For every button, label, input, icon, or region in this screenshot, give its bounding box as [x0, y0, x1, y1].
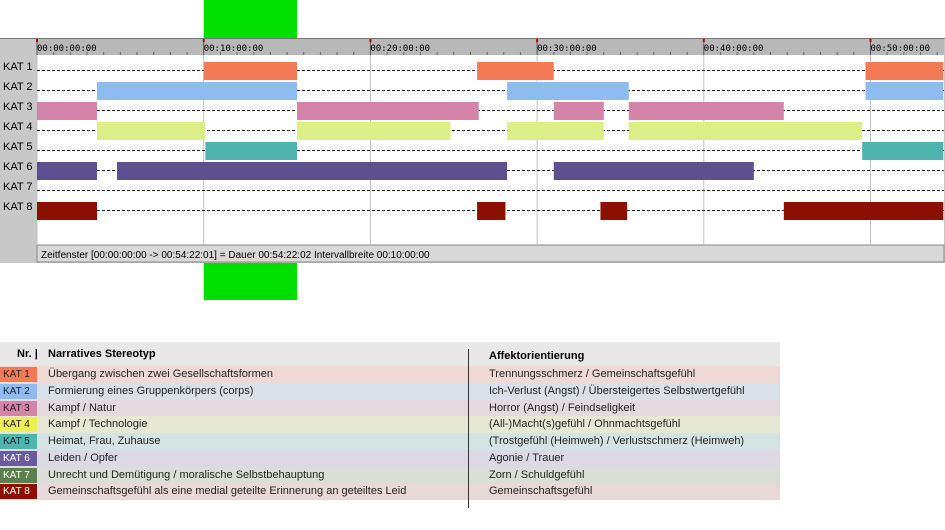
- row-label: KAT 7: [3, 181, 33, 193]
- interval-bar: [507, 82, 629, 100]
- legend-stereotyp: Gemeinschaftsgefühl als eine medial gete…: [48, 485, 407, 498]
- legend-rows: KAT 1 Übergang zwischen zwei Gesellschaft…: [0, 366, 780, 500]
- legend-table: Nr. | Narratives Stereotyp Affektorienti…: [0, 342, 780, 500]
- legend-stereotyp: Übergang zwischen zwei Gesellschaftsform…: [48, 368, 273, 380]
- legend-row: KAT 4 Kampf / Technologie (All-)Macht(s)ge…: [0, 416, 780, 433]
- tick-label: 00:20:00:00: [370, 44, 430, 54]
- time-ruler: [37, 39, 944, 55]
- highlight-marker-bottom: [203, 263, 298, 300]
- interval-bar: [628, 122, 863, 140]
- highlight-marker-top: [203, 0, 298, 38]
- tick-label: 00:00:00:00: [37, 44, 97, 54]
- legend-swatch: KAT 1: [0, 367, 37, 382]
- legend-swatch: KAT 3: [0, 400, 37, 416]
- row-label: KAT 4: [3, 121, 33, 133]
- interval-bar: [37, 162, 98, 180]
- interval-bar: [783, 202, 944, 220]
- legend-row: KAT 5 Heimat, Frau, Zuhause (Trostgefühl (…: [0, 433, 780, 450]
- interval-bar: [477, 202, 506, 220]
- legend-header-stereotyp: Narratives Stereotyp: [48, 348, 156, 360]
- interval-bar: [862, 142, 944, 160]
- legend-stereotyp: Kampf / Natur: [48, 401, 116, 414]
- legend-row: KAT 3 Kampf / Natur Horror (Angst) / Feind…: [0, 399, 780, 417]
- legend-column-separator: [468, 349, 469, 508]
- interval-bar: [97, 82, 298, 100]
- interval-bar: [297, 102, 479, 120]
- tick-label: 00:30:00:00: [537, 44, 597, 54]
- status-text: Zeitfenster [00:00:00:00 -> 00:54:22:01]…: [41, 250, 430, 261]
- legend-affekt: Horror (Angst) / Feindseligkeit: [489, 401, 636, 414]
- legend-row: KAT 6 Leiden / Opfer Agonie / Trauer: [0, 449, 780, 467]
- interval-bar: [507, 122, 604, 140]
- row-label: KAT 6: [3, 161, 33, 173]
- row-label: KAT 3: [3, 101, 33, 113]
- legend-row: KAT 1 Übergang zwischen zwei Gesellschaft…: [0, 366, 780, 383]
- legend-swatch: KAT 4: [0, 417, 37, 433]
- legend-stereotyp: Formierung eines Gruppenkörpers (corps): [48, 384, 254, 397]
- interval-bar: [553, 162, 754, 180]
- legend-swatch: KAT 8: [0, 484, 37, 500]
- legend-stereotyp: Leiden / Opfer: [48, 451, 118, 464]
- legend-affekt: (Trostgefühl (Heimweh) / Verlustschmerz …: [489, 435, 745, 447]
- tick-label: 00:10:00:00: [204, 44, 264, 54]
- interval-bar: [37, 102, 98, 120]
- legend-row: KAT 8 Gemeinschaftsgefühl als eine medial…: [0, 483, 780, 500]
- interval-bar: [477, 62, 554, 80]
- legend-affekt: Ich-Verlust (Angst) / Übersteigertes Sel…: [489, 384, 745, 397]
- interval-bar: [37, 202, 98, 220]
- legend-affekt: Gemeinschaftsgefühl: [489, 485, 593, 498]
- legend-stereotyp: Kampf / Technologie: [48, 418, 148, 431]
- interval-bar: [865, 82, 944, 100]
- legend-affekt: Agonie / Trauer: [489, 451, 565, 464]
- interval-bar: [117, 162, 508, 180]
- interval-bar: [865, 62, 944, 80]
- row-label: KAT 1: [3, 61, 33, 73]
- legend-header-nr: Nr. |: [17, 348, 38, 360]
- interval-bar: [628, 102, 784, 120]
- legend-row: KAT 2 Formierung eines Gruppenkörpers (co…: [0, 382, 780, 400]
- legend-affekt: Zorn / Schuldgefühl: [489, 468, 585, 481]
- interval-bar: [553, 102, 604, 120]
- legend-header: Nr. | Narratives Stereotyp Affektorienti…: [0, 342, 780, 366]
- interval-bar: [205, 142, 298, 160]
- interval-bar: [203, 62, 298, 80]
- tick-label: 00:40:00:00: [704, 44, 764, 54]
- legend-swatch: KAT 6: [0, 450, 37, 466]
- interval-bar: [97, 122, 206, 140]
- tick-label: 00:50:00:00: [871, 44, 931, 54]
- timeline-chart: 00:00:00:00 00:10:00:00 00:20:00:00 00:30:0…: [0, 0, 945, 300]
- interval-bar: [297, 122, 451, 140]
- row-label: KAT 5: [3, 141, 33, 153]
- legend-swatch: KAT 2: [0, 383, 37, 399]
- legend-header-affekt: Affektorientierung: [489, 350, 585, 362]
- legend-swatch: KAT 5: [0, 434, 37, 449]
- legend-swatch: KAT 7: [0, 467, 37, 483]
- legend-stereotyp: Unrecht und Demütigung / moralische Selb…: [48, 468, 325, 481]
- legend-affekt: (All-)Macht(s)gefühl / Ohnmachtsgefühl: [489, 418, 681, 431]
- legend-stereotyp: Heimat, Frau, Zuhause: [48, 435, 161, 447]
- row-label: KAT 2: [3, 81, 33, 93]
- legend-row: KAT 7 Unrecht und Demütigung / moralische…: [0, 466, 780, 484]
- interval-bar: [600, 202, 628, 220]
- row-label: KAT 8: [3, 201, 33, 213]
- legend-affekt: Trennungsschmerz / Gemeinschaftsgefühl: [489, 368, 696, 380]
